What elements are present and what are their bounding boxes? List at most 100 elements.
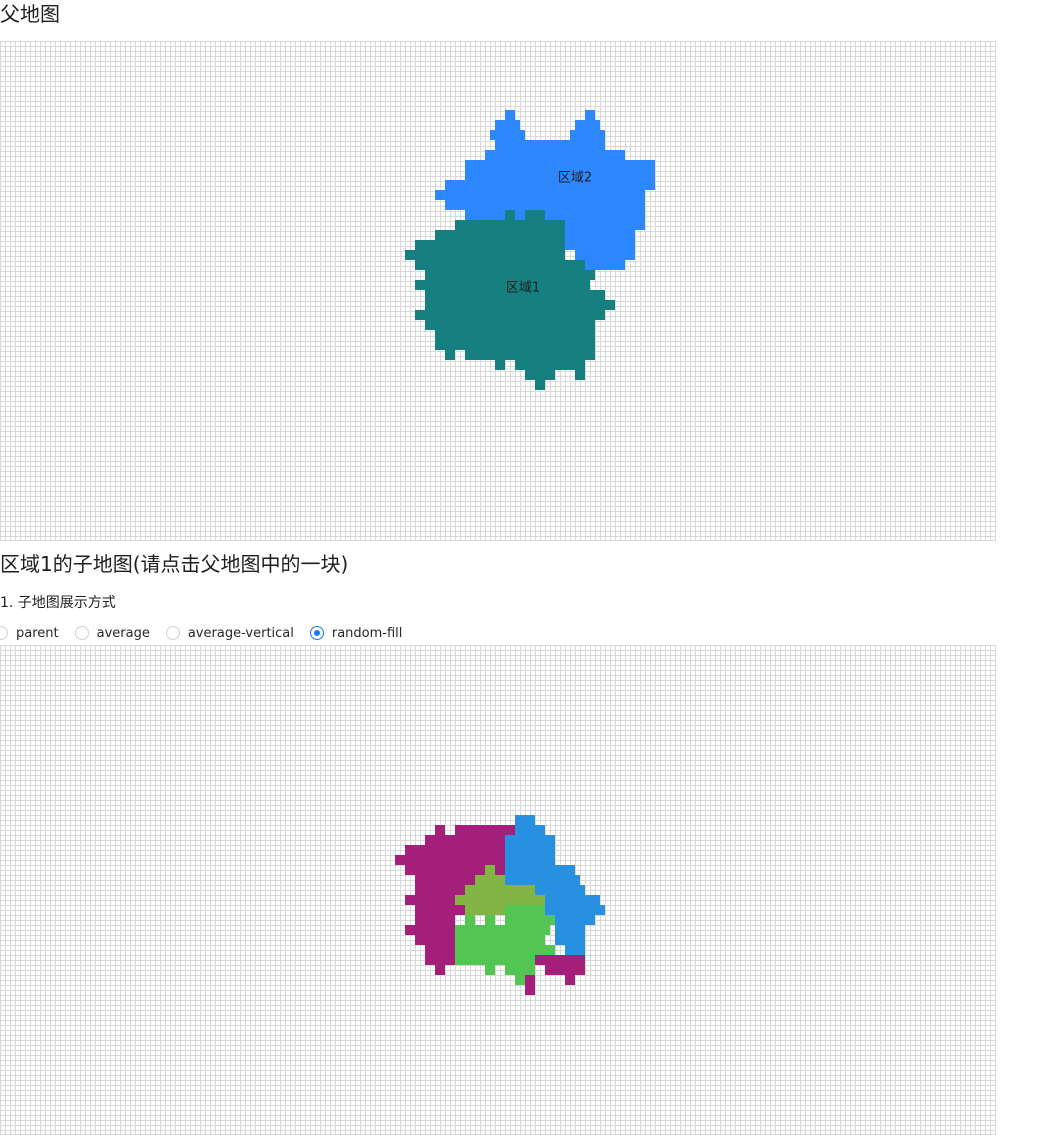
subregion-green-cell[interactable] bbox=[505, 905, 545, 915]
region-2-cell[interactable] bbox=[445, 200, 645, 210]
region-2-cell[interactable] bbox=[435, 190, 645, 200]
subregion-blue-cell[interactable] bbox=[535, 885, 585, 895]
region-1-cell[interactable] bbox=[425, 320, 595, 330]
region-2-cell[interactable] bbox=[495, 120, 520, 130]
region-2-cell[interactable] bbox=[565, 220, 645, 230]
region-1-cell[interactable] bbox=[435, 230, 565, 240]
region-1-cell[interactable] bbox=[505, 210, 515, 220]
page: 父地图 区域2 区域1 区域1的子地图(请点击父地图中的一块) 1. 子地图展示… bbox=[0, 0, 1046, 1135]
subregion-green-cell[interactable] bbox=[505, 915, 555, 925]
child-map-canvas[interactable] bbox=[0, 645, 996, 1135]
radio-option-average-vertical[interactable]: average-vertical bbox=[165, 626, 294, 641]
subregion-blue-cell[interactable] bbox=[565, 945, 585, 955]
radio-button-icon[interactable] bbox=[0, 626, 8, 640]
region-1-cell[interactable] bbox=[405, 250, 565, 260]
subregion-olive-cell[interactable] bbox=[475, 875, 505, 885]
subregion-green-cell[interactable] bbox=[465, 915, 475, 925]
parent-map-grid[interactable]: 区域2 区域1 bbox=[0, 41, 996, 541]
child-map-grid[interactable] bbox=[0, 645, 996, 1135]
radio-option-random-fill[interactable]: random-fill bbox=[309, 626, 402, 641]
region-2-cell[interactable] bbox=[465, 210, 645, 220]
subregion-magenta-cell[interactable] bbox=[405, 925, 455, 935]
subregion-blue-cell[interactable] bbox=[505, 855, 555, 865]
subregion-olive-cell[interactable] bbox=[455, 895, 545, 905]
subregion-green-cell[interactable] bbox=[455, 925, 550, 935]
subregion-magenta-cell[interactable] bbox=[545, 965, 585, 975]
subregion-magenta-cell[interactable] bbox=[425, 945, 455, 955]
subregion-blue-cell[interactable] bbox=[505, 845, 555, 855]
subregion-blue-cell[interactable] bbox=[555, 925, 585, 935]
region-2-cell[interactable] bbox=[445, 180, 655, 190]
subregion-magenta-cell[interactable] bbox=[435, 825, 445, 835]
subregion-magenta-cell[interactable] bbox=[525, 975, 535, 985]
subregion-blue-cell[interactable] bbox=[545, 905, 605, 915]
subregion-magenta-cell[interactable] bbox=[415, 915, 455, 925]
display-mode-label: 1. 子地图展示方式 bbox=[0, 595, 116, 611]
radio-option-average[interactable]: average bbox=[74, 626, 150, 641]
region-1-cell[interactable] bbox=[515, 360, 585, 370]
region-2-cell[interactable] bbox=[575, 250, 635, 260]
region-2-cell[interactable] bbox=[570, 130, 605, 140]
subregion-blue-cell[interactable] bbox=[505, 835, 555, 845]
subregion-green-cell[interactable] bbox=[485, 965, 495, 975]
radio-button-icon[interactable] bbox=[165, 626, 180, 640]
region-1-cell[interactable] bbox=[495, 360, 505, 370]
region-2-label[interactable]: 区域2 bbox=[558, 167, 592, 186]
region-2-cell[interactable] bbox=[565, 230, 635, 240]
region-2-cell[interactable] bbox=[505, 110, 515, 120]
radio-option-parent[interactable]: parent bbox=[0, 626, 59, 641]
region-2-cell[interactable] bbox=[495, 140, 605, 150]
region-2-cell[interactable] bbox=[485, 150, 625, 160]
region-1-cell[interactable] bbox=[465, 350, 595, 360]
subregion-blue-cell[interactable] bbox=[515, 815, 535, 825]
region-2-cell[interactable] bbox=[565, 240, 635, 250]
subregion-magenta-cell[interactable] bbox=[425, 955, 455, 965]
subregion-blue-cell[interactable] bbox=[545, 895, 600, 905]
region-1-cell[interactable] bbox=[435, 330, 595, 340]
subregion-magenta-cell[interactable] bbox=[535, 955, 585, 965]
subregion-blue-cell[interactable] bbox=[505, 875, 580, 885]
subregion-green-cell[interactable] bbox=[455, 945, 555, 955]
region-2-cell[interactable] bbox=[575, 120, 600, 130]
region-1-cell[interactable] bbox=[525, 210, 545, 220]
subregion-magenta-cell[interactable] bbox=[405, 895, 460, 905]
subregion-magenta-cell[interactable] bbox=[425, 835, 505, 845]
subregion-green-cell[interactable] bbox=[455, 955, 535, 965]
subregion-magenta-cell[interactable] bbox=[405, 845, 505, 855]
region-1-cell[interactable] bbox=[415, 260, 585, 270]
region-1-label[interactable]: 区域1 bbox=[506, 277, 540, 296]
subregion-magenta-cell[interactable] bbox=[395, 855, 505, 865]
region-2-cell[interactable] bbox=[615, 260, 625, 270]
region-2-cell[interactable] bbox=[585, 110, 595, 120]
subregion-magenta-cell[interactable] bbox=[565, 975, 575, 985]
subregion-blue-cell[interactable] bbox=[515, 825, 545, 835]
radio-button-icon[interactable] bbox=[309, 626, 324, 640]
subregion-green-cell[interactable] bbox=[515, 975, 525, 985]
subregion-green-cell[interactable] bbox=[455, 935, 545, 945]
subregion-olive-cell[interactable] bbox=[485, 865, 495, 875]
subregion-magenta-cell[interactable] bbox=[435, 965, 445, 975]
subregion-magenta-cell[interactable] bbox=[455, 825, 515, 835]
region-1-cell[interactable] bbox=[435, 340, 595, 350]
region-1-cell[interactable] bbox=[455, 220, 565, 230]
parent-map-canvas[interactable] bbox=[0, 41, 996, 541]
subregion-blue-cell[interactable] bbox=[505, 865, 575, 875]
subregion-magenta-cell[interactable] bbox=[415, 935, 455, 945]
subregion-blue-cell[interactable] bbox=[555, 935, 585, 945]
region-1-cell[interactable] bbox=[415, 280, 590, 290]
region-2-cell[interactable] bbox=[490, 130, 525, 140]
region-1-cell[interactable] bbox=[415, 240, 565, 250]
subregion-olive-cell[interactable] bbox=[465, 885, 535, 895]
subregion-green-cell[interactable] bbox=[485, 915, 495, 925]
radio-button-icon[interactable] bbox=[74, 626, 89, 640]
subregion-magenta-cell[interactable] bbox=[525, 985, 535, 995]
region-1-cell[interactable] bbox=[415, 310, 605, 320]
subregion-magenta-cell[interactable] bbox=[415, 905, 465, 915]
child-map-title: 区域1的子地图(请点击父地图中的一块) bbox=[0, 552, 349, 576]
region-1-cell[interactable] bbox=[535, 380, 545, 390]
region-1-cell[interactable] bbox=[525, 370, 555, 380]
subregion-green-cell[interactable] bbox=[505, 965, 535, 975]
region-1-cell[interactable] bbox=[575, 370, 585, 380]
region-1-cell[interactable] bbox=[425, 300, 615, 310]
region-1-cell[interactable] bbox=[445, 350, 455, 360]
